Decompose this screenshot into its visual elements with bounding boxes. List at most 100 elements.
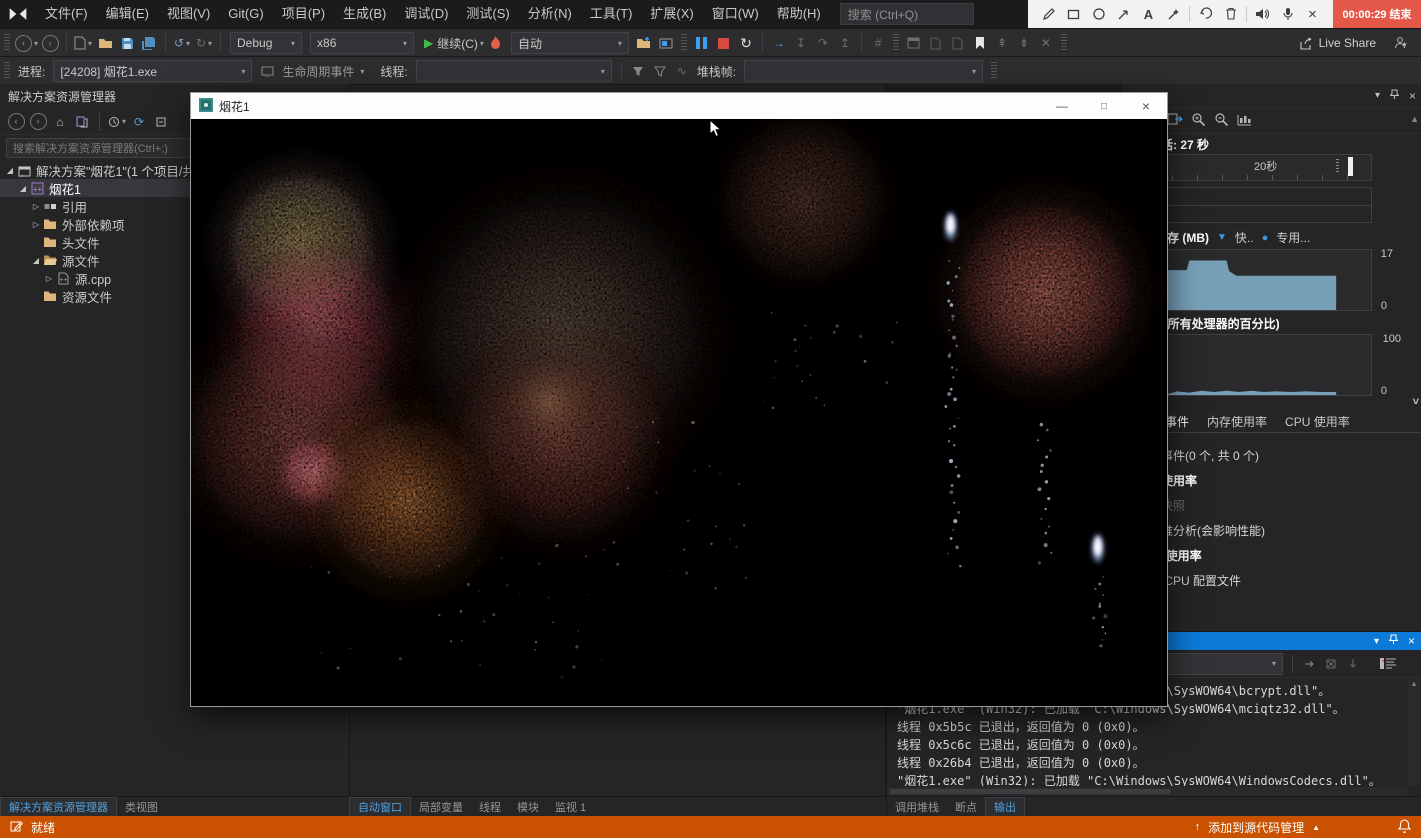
refresh-icon[interactable]: ⟳ [130,111,148,133]
menu-item-12[interactable]: 窗口(W) [703,0,768,28]
search-input[interactable]: 搜索 (Ctrl+Q) [840,3,974,25]
tab-监视 1[interactable]: 监视 1 [547,797,594,816]
expander-icon[interactable]: ▷ [30,202,42,211]
expander-icon[interactable]: ▷ [43,274,55,283]
expander-icon[interactable]: ◢ [17,184,29,193]
export-icon[interactable] [1167,112,1183,129]
show-next-statement-button[interactable]: → [769,32,789,54]
pin-icon[interactable] [1389,634,1398,648]
screenshot-button[interactable] [656,32,676,54]
window-menu-icon[interactable]: ▾ [1374,636,1379,647]
ellipse-tool-icon[interactable] [1086,0,1111,28]
hot-reload-mode-dropdown[interactable]: 自动▾ [511,32,629,54]
clear-all-icon[interactable] [1321,653,1341,675]
toolbar-grip[interactable] [681,34,687,52]
switch-views-icon[interactable] [73,111,91,133]
toolbar-grip[interactable] [4,34,10,52]
tab-输出[interactable]: 输出 [985,797,1025,816]
menu-item-4[interactable]: Git(G) [219,0,272,28]
speaker-icon[interactable] [1250,0,1275,28]
rectangle-tool-icon[interactable] [1061,0,1086,28]
marker-tool-icon[interactable] [1161,0,1186,28]
pin-icon[interactable] [1390,89,1399,103]
toolbar-grip[interactable] [4,62,10,80]
close-recorder-icon[interactable]: × [1300,0,1325,28]
expander-icon[interactable]: ◢ [4,166,16,175]
step-into-button[interactable]: ↧ [791,32,811,54]
continue-button[interactable]: ▶ 继续(C)▾ [424,32,484,54]
doc-icon[interactable] [926,32,946,54]
tab-线程[interactable]: 线程 [471,797,509,816]
line-number-icon[interactable]: # [868,32,888,54]
lifecycle-events-button[interactable]: 生命周期事件 [282,63,354,80]
output-horizontal-scrollbar[interactable] [887,787,1407,796]
feedback-icon[interactable] [1391,32,1411,54]
word-wrap-icon[interactable] [1378,653,1398,675]
close-icon[interactable]: × [1408,634,1415,648]
restart-button[interactable]: ↻ [736,32,756,54]
tab-解决方案资源管理器[interactable]: 解决方案资源管理器 [0,797,117,816]
home-icon[interactable]: ⌂ [51,111,69,133]
navigate-back-button[interactable]: ‹▾ [15,32,38,54]
menu-item-11[interactable]: 扩展(X) [641,0,702,28]
breakpoint-window-button[interactable] [904,32,924,54]
recording-timer-badge[interactable]: 00:00:29 结束 [1333,0,1421,28]
close-button[interactable]: × [1125,93,1167,119]
fireworks-app-window[interactable]: 烟花1 — □ × [190,92,1168,707]
expander-icon[interactable]: ▷ [30,220,42,229]
filter-icon[interactable] [628,60,648,82]
expander-icon[interactable]: ◢ [30,256,42,265]
menu-item-5[interactable]: 项目(P) [273,0,334,28]
toggle-autoscroll-icon[interactable] [1343,653,1363,675]
chevron-up-icon[interactable]: ▲ [1312,823,1320,832]
undo-icon[interactable] [1193,0,1218,28]
menu-item-2[interactable]: 编辑(E) [97,0,158,28]
add-to-source-control-button[interactable]: 添加到源代码管理 [1208,819,1304,836]
new-file-button[interactable]: ▾ [73,32,93,54]
trash-icon[interactable] [1218,0,1243,28]
suppress-icon[interactable]: ∿ [672,60,692,82]
process-dropdown[interactable]: [24208] 烟花1.exe▾ [53,60,252,82]
output-vertical-scrollbar[interactable]: ▴ [1408,679,1420,786]
open-folder-button[interactable] [95,32,115,54]
menu-item-13[interactable]: 帮助(H) [768,0,830,28]
zoom-out-icon[interactable] [1214,112,1229,130]
menu-item-7[interactable]: 调试(D) [395,0,457,28]
scroll-thumb[interactable] [890,789,1170,794]
stop-button[interactable] [714,32,734,54]
arrow-tool-icon[interactable] [1111,0,1136,28]
microphone-icon[interactable] [1275,0,1300,28]
add-item-button[interactable] [634,32,654,54]
back-icon[interactable]: ‹ [7,111,25,133]
menu-item-8[interactable]: 测试(S) [457,0,518,28]
live-share-button[interactable]: Live Share [1299,36,1376,50]
diag-tab-事件[interactable]: 事件 [1165,413,1189,430]
collapse-all-icon[interactable] [152,111,170,133]
bookmark-clear-icon[interactable]: ✕ [1036,32,1056,54]
menu-item-3[interactable]: 视图(V) [158,0,219,28]
hot-reload-icon[interactable] [486,32,506,54]
diag-tab-内存使用率[interactable]: 内存使用率 [1207,413,1267,430]
toolbar-grip[interactable] [991,62,997,80]
window-menu-icon[interactable]: ▾ [1375,90,1380,101]
bookmark-icon[interactable] [970,32,990,54]
step-out-button[interactable]: ↥ [835,32,855,54]
scroll-up-icon[interactable]: ▲ [1410,114,1419,124]
tab-自动窗口[interactable]: 自动窗口 [349,797,411,816]
scroll-down-icon[interactable]: ˅ [1413,396,1419,408]
fireworks-window-titlebar[interactable]: 烟花1 — □ × [191,93,1167,119]
configuration-dropdown[interactable]: Debug▾ [230,32,302,54]
bookmark-prev-icon[interactable]: ⇞ [992,32,1012,54]
save-button[interactable] [117,32,137,54]
undo-button[interactable]: ↺▾ [172,32,192,54]
pause-button[interactable] [692,32,712,54]
diag-tab-CPU 使用率[interactable]: CPU 使用率 [1285,413,1350,430]
pending-changes-icon[interactable]: ▾ [108,111,126,133]
doc-icon[interactable] [948,32,968,54]
maximize-button[interactable]: □ [1083,93,1125,119]
toolbar-grip[interactable] [893,34,899,52]
bookmark-next-icon[interactable]: ⇟ [1014,32,1034,54]
stackframe-dropdown[interactable]: ▾ [744,60,983,82]
tab-局部变量[interactable]: 局部变量 [411,797,471,816]
menu-item-9[interactable]: 分析(N) [519,0,581,28]
